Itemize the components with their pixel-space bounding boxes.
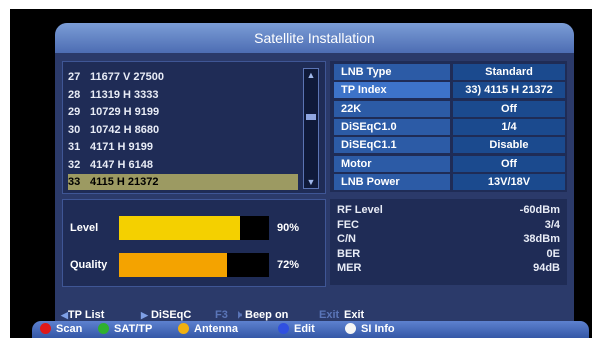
info-value: 3/4: [544, 218, 560, 231]
color-dot-icon: [278, 323, 289, 334]
color-key-bar: Scan SAT/TP Antenna Edit SI Info: [32, 321, 589, 338]
setting-row[interactable]: Motor Off: [334, 155, 565, 172]
transponder-row[interactable]: 33 4115 H 21372: [68, 174, 298, 190]
list-scrollbar[interactable]: ▲ ▼: [303, 68, 319, 189]
setting-row[interactable]: LNB Type Standard: [334, 64, 565, 80]
color-button-label: Edit: [294, 323, 315, 335]
right-arrow-icon: ▶: [141, 310, 148, 320]
scroll-thumb[interactable]: [306, 114, 316, 120]
info-label: FEC: [337, 218, 359, 231]
setting-row[interactable]: LNB Power 13V/18V: [334, 173, 565, 190]
info-row: FEC 3/4: [337, 219, 560, 231]
speaker-icon: 🕨: [235, 309, 242, 321]
transponder-params: 10729 H 9199: [90, 106, 160, 118]
quality-bar: [119, 253, 269, 277]
quality-percent: 72%: [277, 259, 300, 271]
setting-label: LNB Power: [334, 173, 450, 190]
color-button[interactable]: Scan: [40, 321, 82, 338]
setting-label: DiSEqC1.1: [334, 137, 450, 154]
info-label: BER: [337, 247, 361, 260]
color-button[interactable]: Antenna: [178, 321, 238, 338]
color-button[interactable]: Edit: [278, 321, 315, 338]
setting-value[interactable]: Off: [453, 100, 565, 117]
transponder-number: 28: [68, 88, 81, 101]
scroll-down-icon[interactable]: ▼: [305, 177, 317, 187]
transponder-row[interactable]: 28 11319 H 3333: [68, 87, 298, 103]
transponder-params: 4147 H 6148: [90, 158, 153, 171]
signal-info: RF Level -60dBm FEC 3/4 C/N 38dBm BER 0E MER 94dB: [330, 199, 567, 285]
color-button[interactable]: SAT/TP: [98, 321, 152, 338]
transponder-number: 29: [68, 106, 81, 118]
signal-meters: Level 90% Quality 72%: [62, 199, 326, 287]
setting-value[interactable]: Disable: [453, 137, 565, 154]
transponder-params: 11677 V 27500: [90, 71, 165, 83]
level-bar: [119, 216, 269, 240]
transponder-row[interactable]: 29 10729 H 9199: [68, 104, 298, 120]
transponder-row[interactable]: 30 10742 H 8680: [68, 122, 298, 138]
scroll-up-icon[interactable]: ▲: [305, 70, 317, 80]
setting-label: Motor: [334, 155, 450, 172]
setting-value[interactable]: 33) 4115 H 21372: [453, 82, 565, 99]
info-label: C/N: [337, 233, 356, 245]
transponder-number: 30: [68, 123, 81, 136]
satellite-installation-panel: Satellite Installation 27 11677 V 27500 28…: [55, 23, 574, 328]
info-value: -60dBm: [519, 204, 560, 216]
transponder-params: 4115 H 21372: [90, 176, 159, 188]
color-button-label: SAT/TP: [114, 323, 153, 335]
transponder-number: 27: [68, 71, 81, 83]
setting-row[interactable]: TP Index 33) 4115 H 21372: [334, 82, 565, 99]
level-bar-fill: [119, 216, 240, 240]
transponder-params: 11319 H 3333: [90, 88, 159, 101]
transponder-params: 10742 H 8680: [90, 123, 160, 136]
info-value: 38dBm: [523, 233, 560, 245]
info-label: MER: [337, 262, 362, 274]
color-dot-icon: [178, 323, 189, 334]
setting-label: TP Index: [334, 82, 450, 99]
page-title: Satellite Installation: [55, 23, 574, 53]
color-button-label: SI Info: [361, 323, 395, 335]
transponder-list[interactable]: 27 11677 V 27500 28 11319 H 3333 29 10729 H 9…: [62, 61, 326, 194]
setting-label: 22K: [334, 100, 450, 117]
info-row: BER 0E: [337, 248, 560, 260]
color-button-label: Scan: [56, 323, 83, 335]
setting-value[interactable]: Standard: [453, 64, 565, 80]
color-button[interactable]: SI Info: [345, 321, 395, 338]
info-value: 94dB: [533, 262, 560, 274]
lnb-settings-table: LNB Type Standard TP Index 33) 4115 H 21372…: [330, 61, 567, 192]
info-row: C/N 38dBm: [337, 233, 560, 245]
info-value: 0E: [546, 247, 560, 260]
left-arrow-icon: ◀: [61, 310, 68, 320]
setting-row[interactable]: DiSEqC1.0 1/4: [334, 118, 565, 135]
setting-row[interactable]: 22K Off: [334, 100, 565, 117]
quality-label: Quality: [70, 259, 108, 271]
quality-bar-fill: [119, 253, 227, 277]
color-dot-icon: [345, 323, 356, 334]
transponder-params: 4171 H 9199: [90, 141, 153, 153]
transponder-number: 31: [68, 141, 81, 153]
transponder-number: 33: [68, 176, 81, 188]
info-row: RF Level -60dBm: [337, 204, 560, 216]
color-dot-icon: [40, 323, 51, 334]
setting-value[interactable]: 1/4: [453, 118, 565, 135]
transponder-row[interactable]: 32 4147 H 6148: [68, 157, 298, 173]
color-dot-icon: [98, 323, 109, 334]
setting-row[interactable]: DiSEqC1.1 Disable: [334, 137, 565, 154]
info-label: RF Level: [337, 204, 383, 216]
color-button-label: Antenna: [194, 323, 238, 335]
info-row: MER 94dB: [337, 262, 560, 274]
setting-value[interactable]: Off: [453, 155, 565, 172]
level-percent: 90%: [277, 222, 300, 234]
tv-screen: Satellite Installation 27 11677 V 27500 28…: [10, 9, 592, 338]
transponder-number: 32: [68, 158, 81, 171]
setting-value[interactable]: 13V/18V: [453, 173, 565, 190]
setting-label: DiSEqC1.0: [334, 118, 450, 135]
transponder-row[interactable]: 27 11677 V 27500: [68, 69, 298, 85]
setting-label: LNB Type: [334, 64, 450, 80]
level-label: Level: [70, 222, 99, 234]
transponder-row[interactable]: 31 4171 H 9199: [68, 139, 298, 155]
